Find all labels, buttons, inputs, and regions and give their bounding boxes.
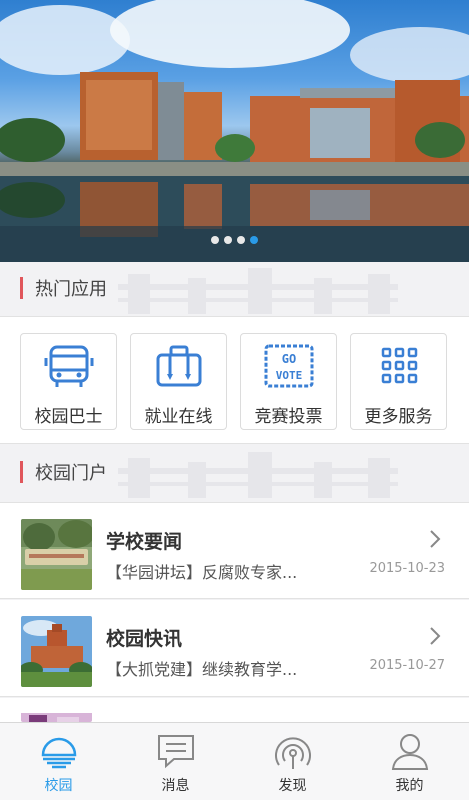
tab-profile[interactable]: 我的 bbox=[351, 723, 468, 800]
news-item-campus-express[interactable]: 校园快讯 【大抓党建】继续教育学... 2015-10-27 bbox=[0, 600, 469, 697]
go-vote-top-text: GO bbox=[281, 352, 295, 366]
campus-portal-title: 校园门户 bbox=[35, 463, 107, 484]
app-career-online[interactable]: 就业在线 bbox=[130, 333, 227, 430]
hot-apps-grid: 校园巴士 就业在线 GO VOTE 竞赛投票 更多服务 bbox=[0, 316, 469, 444]
carousel-dot-active[interactable] bbox=[250, 236, 258, 244]
news-title: 学校要闻 bbox=[106, 531, 183, 553]
app-label: 校园巴士 bbox=[34, 407, 103, 427]
app-more-services[interactable]: 更多服务 bbox=[350, 333, 447, 430]
tab-label: 消息 bbox=[161, 778, 190, 794]
tab-label: 校园 bbox=[44, 778, 73, 794]
news-summary: 【华园讲坛】反腐败专家... bbox=[106, 563, 298, 582]
hot-apps-title: 热门应用 bbox=[35, 279, 107, 300]
bottom-tab-bar: 校园 消息 发现 我的 bbox=[0, 722, 469, 800]
bus-icon bbox=[44, 345, 93, 387]
section-accent-bar bbox=[20, 277, 23, 299]
news-thumbnail bbox=[21, 710, 92, 722]
go-vote-bottom-text: VOTE bbox=[275, 369, 302, 382]
app-campus-bus[interactable]: 校园巴士 bbox=[20, 333, 117, 430]
news-date: 2015-10-23 bbox=[369, 561, 445, 576]
chevron-right-icon bbox=[430, 627, 441, 645]
news-summary: 【大抓党建】继续教育学... bbox=[106, 660, 298, 679]
tab-label: 我的 bbox=[395, 778, 424, 794]
hot-apps-header: 热门应用 bbox=[0, 262, 469, 314]
campus-banner-image bbox=[0, 0, 469, 262]
tab-messages[interactable]: 消息 bbox=[117, 723, 234, 800]
campus-portal-header: 校园门户 bbox=[0, 446, 469, 498]
app-contest-vote[interactable]: GO VOTE 竞赛投票 bbox=[240, 333, 337, 430]
news-item-partial[interactable] bbox=[0, 698, 469, 722]
news-thumbnail bbox=[21, 616, 92, 687]
tab-label: 发现 bbox=[278, 778, 307, 794]
news-title: 校园快讯 bbox=[106, 628, 183, 650]
carousel-dot[interactable] bbox=[224, 236, 232, 244]
carousel-dot[interactable] bbox=[211, 236, 219, 244]
app-label: 更多服务 bbox=[364, 407, 433, 427]
news-date: 2015-10-27 bbox=[369, 658, 445, 673]
briefcase-icon bbox=[156, 345, 201, 387]
tab-campus[interactable]: 校园 bbox=[0, 723, 117, 800]
campus-gate-watermark bbox=[118, 268, 398, 314]
campus-gate-watermark bbox=[118, 452, 398, 498]
banner-carousel[interactable] bbox=[0, 0, 469, 262]
grid-icon bbox=[381, 347, 417, 384]
carousel-indicator bbox=[0, 236, 469, 244]
go-vote-icon: GO VOTE bbox=[264, 344, 313, 388]
profile-icon bbox=[391, 734, 428, 770]
message-icon bbox=[157, 735, 194, 769]
carousel-dot[interactable] bbox=[237, 236, 245, 244]
section-accent-bar bbox=[20, 461, 23, 483]
tab-discover[interactable]: 发现 bbox=[234, 723, 351, 800]
news-item-school-news[interactable]: 学校要闻 【华园讲坛】反腐败专家... 2015-10-23 bbox=[0, 502, 469, 599]
discover-icon bbox=[274, 737, 311, 769]
app-label: 就业在线 bbox=[144, 407, 213, 427]
campus-icon bbox=[41, 737, 76, 769]
news-thumbnail bbox=[21, 519, 92, 590]
app-label: 竞赛投票 bbox=[254, 407, 323, 427]
chevron-right-icon bbox=[430, 530, 441, 548]
